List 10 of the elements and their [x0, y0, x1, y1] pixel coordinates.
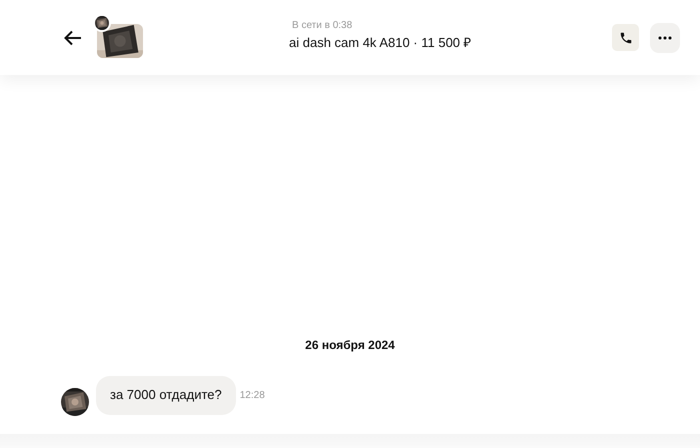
message-text: за 7000 отдадите? — [110, 386, 222, 404]
more-icon — [658, 36, 672, 40]
date-separator: 26 ноября 2024 — [305, 337, 395, 354]
more-button[interactable] — [650, 22, 680, 52]
back-arrow-icon — [64, 30, 82, 46]
online-status: В сети в 0:38 — [292, 19, 354, 34]
phone-icon — [618, 30, 632, 44]
call-button[interactable] — [612, 24, 639, 51]
listing-title: ai dash cam 4k A810 · 11 500 ₽ — [289, 34, 472, 52]
message-time: 12:28 — [240, 388, 265, 402]
